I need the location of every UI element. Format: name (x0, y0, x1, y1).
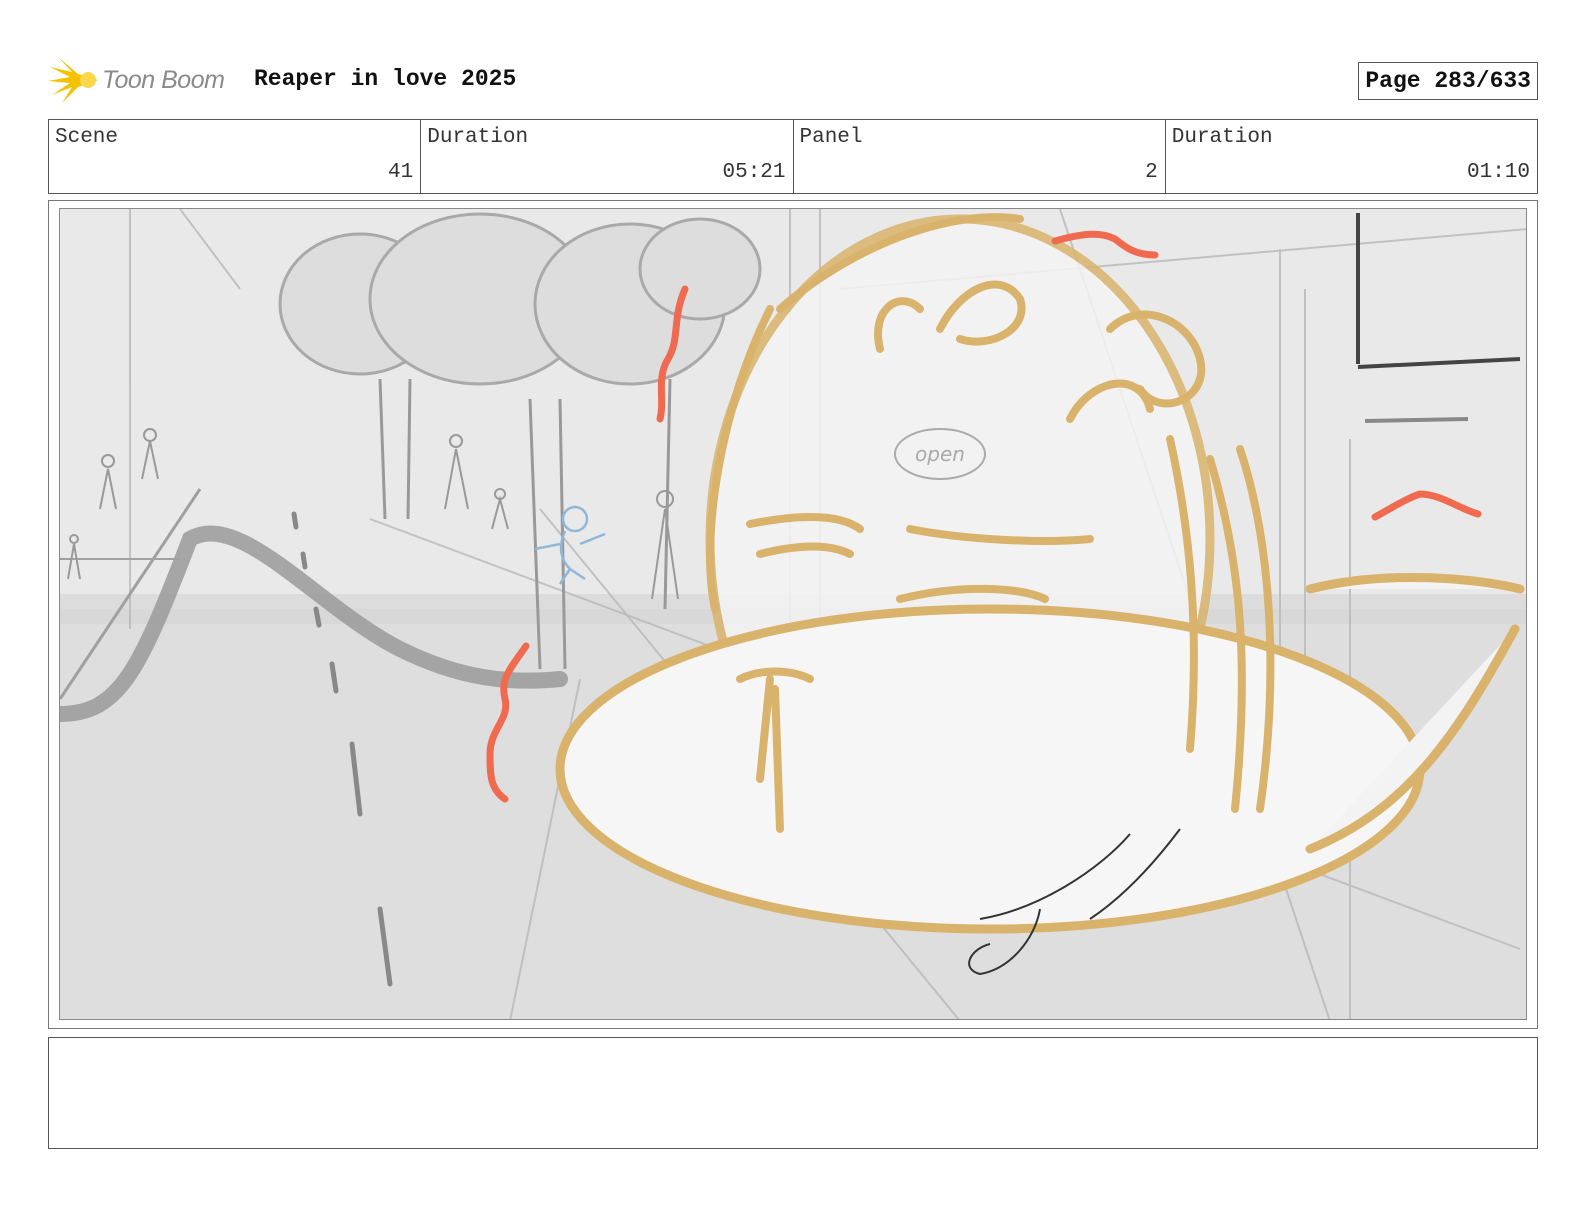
scene-duration-label: Duration (427, 126, 529, 149)
panel-duration-label: Duration (1171, 126, 1273, 149)
scene-info-table: Scene 41 Duration 05:21 Panel 2 Duration… (48, 119, 1538, 194)
scene-label: Scene (55, 126, 119, 149)
toon-boom-logo: Toon Boom (48, 52, 225, 108)
scene-cell: Scene 41 (49, 120, 422, 193)
storyboard-sketch: open (60, 209, 1526, 1019)
toon-boom-star-icon (48, 57, 98, 103)
panel-frame: open (48, 200, 1538, 1029)
storyboard-panel-image: open (59, 208, 1527, 1020)
panel-duration-value: 01:10 (1466, 161, 1530, 184)
panel-label: Panel (799, 126, 863, 149)
scene-value: 41 (388, 161, 414, 184)
page-header: Toon Boom Reaper in love 2025 Page 283/6… (48, 52, 1538, 108)
panel-cell: Panel 2 (794, 120, 1166, 193)
panel-value: 2 (1145, 161, 1158, 184)
page-number: Page 283/633 (1358, 62, 1538, 100)
scene-duration-cell: Duration 05:21 (421, 120, 794, 193)
panel-duration-cell: Duration 01:10 (1166, 120, 1537, 193)
open-sign-text: open (915, 442, 965, 466)
project-title: Reaper in love 2025 (254, 66, 517, 92)
panel-notes (48, 1037, 1538, 1149)
logo-text: Toon Boom (102, 65, 225, 94)
scene-duration-value: 05:21 (722, 161, 786, 184)
